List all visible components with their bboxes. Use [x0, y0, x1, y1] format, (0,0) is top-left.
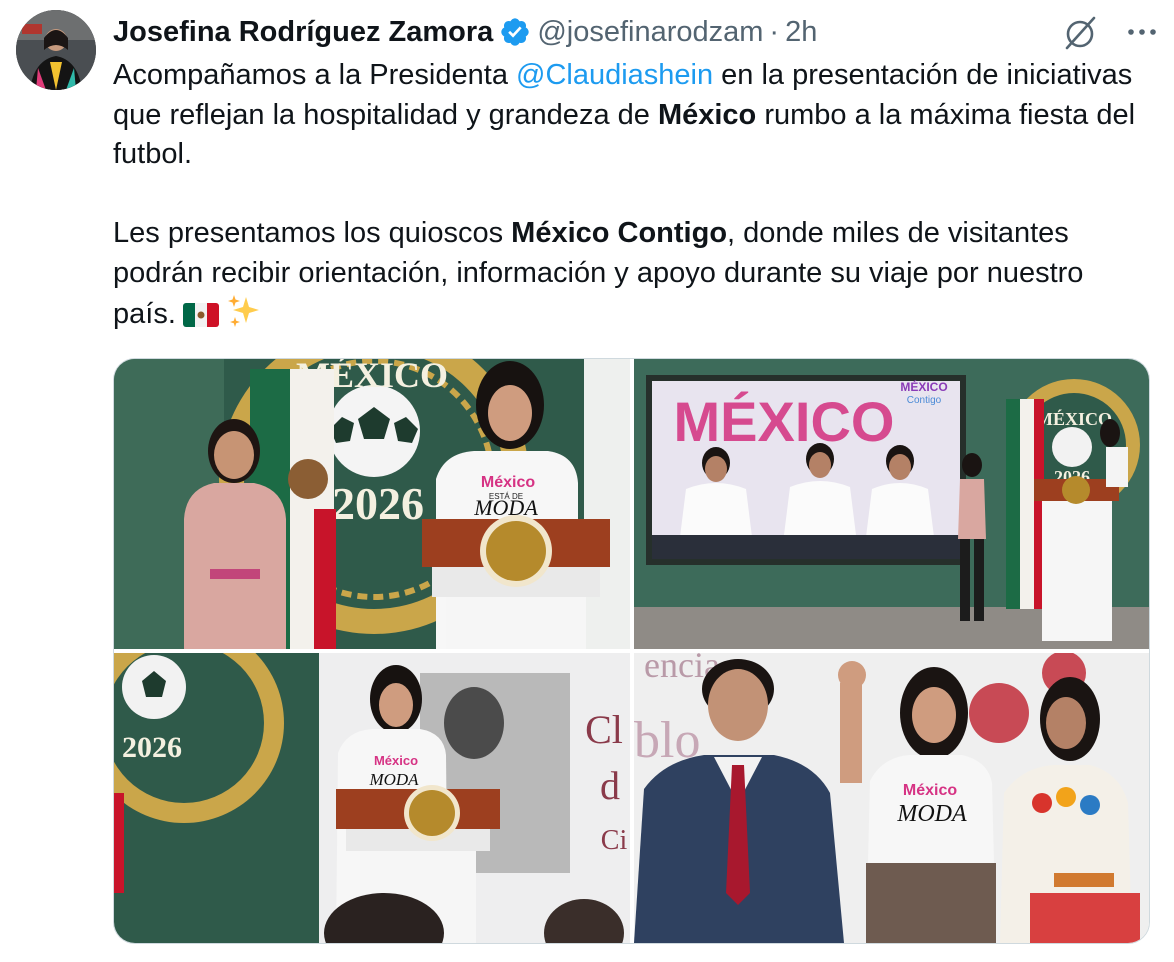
shirt-brand-text: México — [374, 753, 418, 768]
mention-link[interactable]: @Claudiashein — [516, 59, 713, 91]
text-span: Les presentamos los quioscos — [113, 217, 512, 249]
verified-badge-icon[interactable] — [499, 16, 531, 48]
photo-2[interactable]: MÉXICO MÉXICO Contigo MÉXICO — [634, 359, 1149, 649]
separator-dot: · — [769, 15, 780, 48]
tweet-timestamp[interactable]: 2h — [785, 16, 817, 49]
photo-4[interactable]: encia blo México MODA — [634, 653, 1149, 943]
banner-text: MÉXICO — [1036, 408, 1112, 429]
author-display-name[interactable]: Josefina Rodríguez Zamora — [113, 16, 493, 49]
year-text: 2026 — [122, 731, 182, 764]
backdrop-text: d — [600, 763, 620, 808]
screen-logo-text: MÉXICO — [900, 379, 947, 394]
author-avatar[interactable] — [16, 10, 96, 90]
tweet-paragraph-1: Acompañamos a la Presidenta @Claudiashei… — [113, 56, 1153, 175]
shirt-word-text: MODA — [896, 801, 967, 827]
author-handle[interactable]: @josefinarodzam — [537, 16, 763, 49]
bold-text: México Contigo — [511, 217, 728, 249]
tweet-top-actions — [1060, 10, 1174, 54]
backdrop-text: Ci — [601, 825, 628, 856]
shirt-word-text: MODA — [368, 770, 419, 789]
shirt-brand-text: México — [903, 782, 957, 799]
shirt-word-text: MODA — [473, 495, 538, 520]
shirt-brand-text: México — [481, 474, 535, 491]
tweet-header: Josefina Rodríguez Zamora @josefinarodza… — [113, 12, 817, 52]
tweet-paragraph-2: Les presentamos los quioscos México Cont… — [113, 214, 1153, 341]
screen-logo-sub-text: Contigo — [907, 395, 942, 406]
photo-1[interactable]: MÉXICO 2026 México ESTÁ DE MODA — [114, 359, 630, 649]
bold-text: México — [657, 98, 757, 131]
photo-3[interactable]: 2026 Cl d Ci México MODA — [114, 653, 630, 943]
year-text: 2026 — [332, 478, 424, 529]
tweet-text: Acompañamos a la Presidenta @Claudiashei… — [113, 56, 1153, 341]
media-grid: MÉXICO 2026 México ESTÁ DE MODA MÉXICO M… — [113, 358, 1150, 944]
text-span: Acompañamos a la Presidenta — [113, 59, 516, 91]
sparkles-emoji — [226, 293, 262, 341]
mexico-flag-emoji — [182, 301, 220, 341]
backdrop-text: Cl — [585, 707, 623, 752]
more-icon[interactable] — [1122, 12, 1162, 52]
grok-icon[interactable] — [1060, 12, 1100, 52]
screen-word-text: MÉXICO — [674, 390, 895, 453]
tweet[interactable]: Josefina Rodríguez Zamora @josefinarodza… — [0, 0, 1174, 962]
